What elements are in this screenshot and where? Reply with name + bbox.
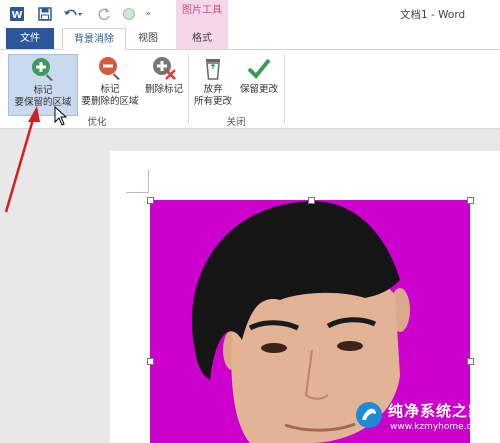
resize-handle[interactable] [308, 197, 315, 204]
group-separator [284, 54, 285, 124]
discard-icon [198, 54, 228, 82]
keep-changes-icon [244, 54, 274, 82]
watermark-brand: 纯净系统之家 [388, 402, 485, 420]
resize-handle[interactable] [467, 358, 474, 365]
watermark-logo-icon [356, 402, 382, 428]
ribbon: 标记 要保留的区域 标记 要删除的区域 删除标记 优化 放弃 所有更改 保留更改… [0, 50, 500, 129]
watermark-url: www.kzmyhome.com [390, 422, 486, 432]
discard-line1: 放弃 [203, 84, 223, 95]
mouse-cursor-icon [54, 106, 68, 126]
context-tab-group: 图片工具 [176, 0, 228, 28]
keep-changes-button[interactable]: 保留更改 [236, 54, 282, 114]
mark-remove-line1: 标记 [100, 84, 120, 95]
margin-mark [126, 170, 149, 193]
redo-icon[interactable] [96, 4, 112, 24]
mark-remove-icon [95, 54, 125, 82]
group-separator [188, 54, 189, 124]
discard-changes-button[interactable]: 放弃 所有更改 [190, 54, 236, 114]
tab-view[interactable]: 视图 [128, 28, 168, 49]
mark-keep-icon [28, 55, 58, 83]
window-title: 文档1 - Word [400, 9, 466, 21]
more-icon[interactable]: » [142, 4, 154, 24]
tab-background-removal[interactable]: 背景消除 [62, 28, 126, 51]
keep-changes-label: 保留更改 [239, 84, 278, 95]
delete-mark-icon [149, 54, 179, 82]
resize-handle[interactable] [147, 197, 154, 204]
save-icon[interactable] [36, 4, 54, 24]
word-logo-icon[interactable]: W [8, 4, 26, 24]
mark-keep-line1: 标记 [33, 85, 53, 96]
svg-text:W: W [11, 10, 22, 21]
mark-remove-button[interactable]: 标记 要删除的区域 [78, 54, 142, 114]
resize-handle[interactable] [467, 197, 474, 204]
group-label-close: 关闭 [226, 117, 246, 128]
context-tab-group-label: 图片工具 [182, 5, 222, 16]
touch-mode-icon[interactable] [120, 4, 138, 24]
mark-remove-line2: 要删除的区域 [81, 96, 139, 107]
delete-mark-button[interactable]: 删除标记 [142, 54, 186, 114]
tab-format[interactable]: 格式 [176, 28, 228, 49]
delete-mark-label: 删除标记 [144, 84, 183, 95]
resize-handle[interactable] [147, 358, 154, 365]
tab-file[interactable]: 文件 [6, 28, 54, 49]
watermark: 纯净系统之家 www.kzmyhome.com [350, 394, 496, 438]
title-bar: W » 图片工具 文档1 - Word [0, 0, 500, 28]
undo-icon[interactable] [62, 4, 84, 24]
discard-line2: 所有更改 [193, 96, 232, 107]
ribbon-tabs: 文件 背景消除 视图 格式 [0, 28, 500, 51]
